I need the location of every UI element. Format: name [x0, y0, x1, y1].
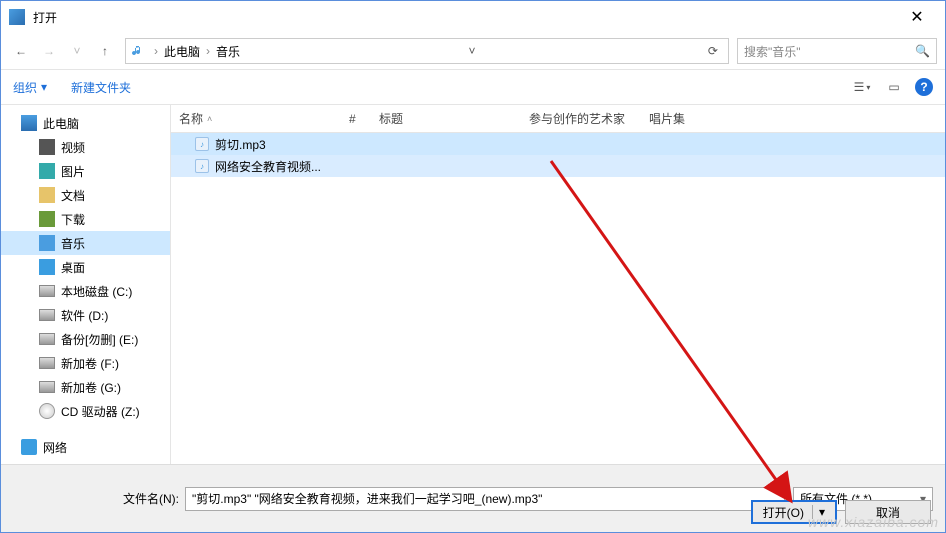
audio-file-icon: ♪ [195, 137, 209, 151]
sidebar-item-downloads[interactable]: 下载 [1, 207, 170, 231]
breadcrumb-current[interactable]: 音乐 [214, 43, 242, 60]
sidebar-item-label: 网络 [43, 439, 67, 456]
sidebar-item-computer[interactable]: 此电脑 [1, 111, 170, 135]
sidebar-item-label: 备份[勿删] (E:) [61, 331, 138, 348]
address-bar[interactable]: › 此电脑 › 音乐 ˅ ⟳ [125, 38, 729, 64]
sidebar-item-disk-e[interactable]: 备份[勿删] (E:) [1, 327, 170, 351]
disk-icon [39, 309, 55, 321]
window-title: 打开 [33, 9, 897, 26]
open-label: 打开(O) [763, 504, 804, 521]
sidebar-item-videos[interactable]: 视频 [1, 135, 170, 159]
view-mode-button[interactable]: ☰ ▾ [851, 77, 873, 97]
sidebar: 此电脑 视频 图片 文档 下载 音乐 桌面 本地磁盘 (C:) 软件 (D:) … [1, 105, 171, 470]
file-row[interactable]: ♪ 剪切.mp3 [171, 133, 945, 155]
close-button[interactable]: ✕ [897, 7, 937, 27]
sidebar-item-label: CD 驱动器 (Z:) [61, 403, 140, 420]
navbar: ← → ˅ ↑ › 此电脑 › 音乐 ˅ ⟳ 搜索"音乐" 🔍 [1, 33, 945, 69]
filename-label: 文件名(N): [123, 490, 179, 507]
sidebar-item-label: 新加卷 (G:) [61, 379, 121, 396]
music-folder-icon [130, 43, 146, 59]
column-album[interactable]: 唱片集 [641, 110, 741, 127]
sidebar-item-label: 此电脑 [43, 115, 79, 132]
column-number[interactable]: # [341, 112, 371, 126]
video-icon [39, 139, 55, 155]
forward-button[interactable]: → [37, 39, 61, 63]
history-dropdown[interactable]: ˅ [65, 39, 89, 63]
app-icon [9, 9, 25, 25]
refresh-icon[interactable]: ⟳ [702, 44, 724, 58]
sidebar-item-label: 本地磁盘 (C:) [61, 283, 132, 300]
column-title[interactable]: 标题 [371, 110, 521, 127]
file-name: 剪切.mp3 [215, 136, 266, 153]
sidebar-item-disk-f[interactable]: 新加卷 (F:) [1, 351, 170, 375]
chevron-down-icon: ▾ [866, 83, 870, 92]
sidebar-item-label: 下载 [61, 211, 85, 228]
new-folder-button[interactable]: 新建文件夹 [71, 79, 131, 96]
organize-label: 组织 [13, 79, 37, 96]
breadcrumb-sep: › [150, 44, 162, 58]
sidebar-item-label: 视频 [61, 139, 85, 156]
sidebar-item-disk-d[interactable]: 软件 (D:) [1, 303, 170, 327]
address-dropdown-icon[interactable]: ˅ [462, 44, 481, 58]
sidebar-item-pictures[interactable]: 图片 [1, 159, 170, 183]
titlebar: 打开 ✕ [1, 1, 945, 33]
sidebar-item-network[interactable]: 网络 [1, 435, 170, 459]
filename-input[interactable] [185, 487, 785, 511]
column-label: 名称 [179, 110, 203, 127]
main-area: 此电脑 视频 图片 文档 下载 音乐 桌面 本地磁盘 (C:) 软件 (D:) … [1, 105, 945, 470]
sidebar-item-label: 图片 [61, 163, 85, 180]
sidebar-item-label: 新加卷 (F:) [61, 355, 119, 372]
sidebar-item-documents[interactable]: 文档 [1, 183, 170, 207]
chevron-down-icon: ▾ [41, 80, 47, 94]
list-view-icon: ☰ [854, 80, 865, 94]
desktop-icon [39, 259, 55, 275]
sidebar-item-disk-g[interactable]: 新加卷 (G:) [1, 375, 170, 399]
column-artist[interactable]: 参与创作的艺术家 [521, 110, 641, 127]
sidebar-item-desktop[interactable]: 桌面 [1, 255, 170, 279]
sort-asc-icon: ˄ [207, 114, 212, 124]
breadcrumb-sep: › [202, 44, 214, 58]
column-headers: 名称 ˄ # 标题 参与创作的艺术家 唱片集 [171, 105, 945, 133]
breadcrumb-root[interactable]: 此电脑 [162, 43, 202, 60]
sidebar-item-label: 软件 (D:) [61, 307, 108, 324]
organize-menu[interactable]: 组织 ▾ [13, 79, 47, 96]
network-icon [21, 439, 37, 455]
sidebar-item-cd[interactable]: CD 驱动器 (Z:) [1, 399, 170, 423]
music-icon [39, 235, 55, 251]
picture-icon [39, 163, 55, 179]
sidebar-item-music[interactable]: 音乐 [1, 231, 170, 255]
computer-icon [21, 115, 37, 131]
search-input[interactable]: 搜索"音乐" 🔍 [737, 38, 937, 64]
bottom-panel: 文件名(N): 所有文件 (*.*) ▾ 打开(O) ▾ 取消 [1, 464, 945, 532]
document-icon [39, 187, 55, 203]
disk-icon [39, 357, 55, 369]
cd-icon [39, 403, 55, 419]
back-button[interactable]: ← [9, 39, 33, 63]
disk-icon [39, 285, 55, 297]
toolbar: 组织 ▾ 新建文件夹 ☰ ▾ ▭ ? [1, 69, 945, 105]
sidebar-item-disk-c[interactable]: 本地磁盘 (C:) [1, 279, 170, 303]
search-icon: 🔍 [915, 44, 930, 58]
disk-icon [39, 381, 55, 393]
sidebar-item-label: 文档 [61, 187, 85, 204]
sidebar-item-label: 桌面 [61, 259, 85, 276]
preview-pane-button[interactable]: ▭ [883, 77, 905, 97]
column-name[interactable]: 名称 ˄ [171, 110, 341, 127]
watermark: www.xiazaiba.com [808, 514, 939, 530]
disk-icon [39, 333, 55, 345]
help-button[interactable]: ? [915, 78, 933, 96]
sidebar-item-label: 音乐 [61, 235, 85, 252]
up-button[interactable]: ↑ [93, 39, 117, 63]
download-icon [39, 211, 55, 227]
file-name: 网络安全教育视频... [215, 158, 321, 175]
audio-file-icon: ♪ [195, 159, 209, 173]
file-area: 名称 ˄ # 标题 参与创作的艺术家 唱片集 ♪ 剪切.mp3 ♪ 网络安全教育视… [171, 105, 945, 470]
file-list: ♪ 剪切.mp3 ♪ 网络安全教育视频... [171, 133, 945, 470]
file-row[interactable]: ♪ 网络安全教育视频... [171, 155, 945, 177]
search-placeholder: 搜索"音乐" [744, 43, 801, 60]
